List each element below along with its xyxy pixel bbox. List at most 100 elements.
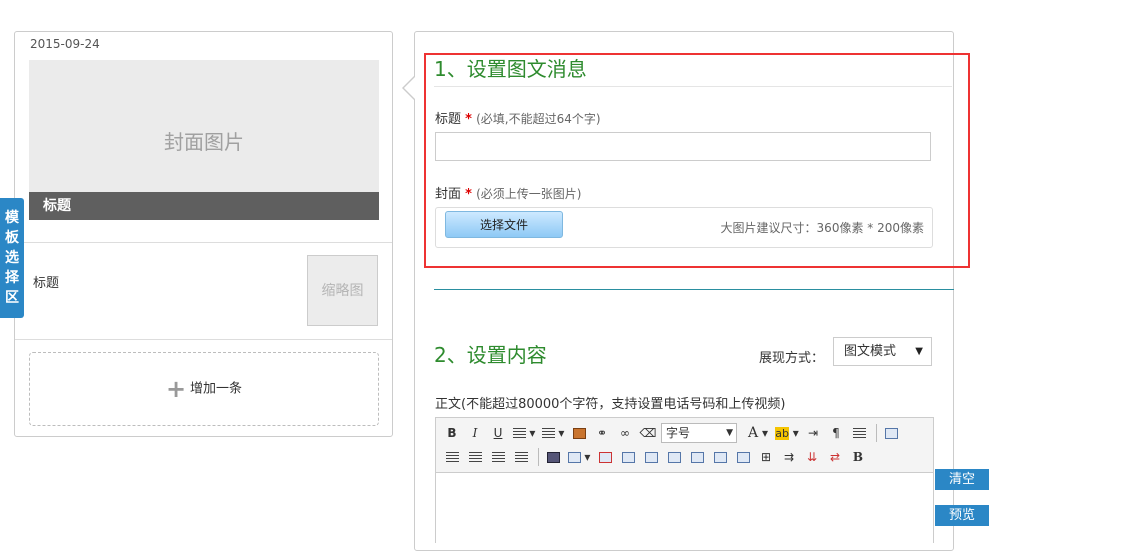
title-input[interactable]: [435, 132, 931, 161]
align-right-button[interactable]: [488, 447, 508, 467]
row-above-icon: [621, 451, 635, 463]
title-field-label: 标题 * (必填,不能超过64个字): [435, 108, 601, 127]
panel-pointer-inner: [404, 77, 415, 99]
bullet-list-button[interactable]: ▾: [511, 423, 537, 443]
delete-table-icon: [598, 451, 612, 463]
underline-button[interactable]: U: [488, 423, 508, 443]
paragraph-icon: ¶: [832, 426, 840, 440]
delete-row-button[interactable]: [664, 447, 684, 467]
plus-icon: +: [165, 375, 187, 403]
format-icon: [852, 427, 866, 439]
choose-file-button[interactable]: 选择文件: [445, 211, 563, 238]
template-tab-char: 区: [5, 290, 19, 306]
preview-button[interactable]: 预览: [935, 505, 989, 526]
insert-video-button[interactable]: [543, 447, 563, 467]
unlink-icon: ∞: [620, 426, 630, 440]
align-right-icon: [491, 451, 505, 463]
merge-right-icon: ⇉: [783, 450, 795, 464]
preview-date: 2015-09-24: [30, 37, 100, 51]
highlight-button[interactable]: ab ▾: [774, 423, 800, 443]
clear-button[interactable]: 清空: [935, 469, 989, 490]
caret-down-icon: ▼: [915, 346, 923, 357]
eraser-button[interactable]: ⌫: [638, 423, 658, 443]
template-tab-char: 模: [5, 210, 19, 226]
numbered-list-icon: [541, 427, 555, 439]
delete-table-button[interactable]: [595, 447, 615, 467]
rich-text-toolbar: B I U ▾ ▾ ⚭ ∞ ⌫ 字号 ▼ A ▾ ab ▾ ⇥ ¶ ▾ ⊞ ⇉ …: [435, 417, 934, 473]
body-label: 正文(不能超过80000个字符，支持设置电话号码和上传视频): [435, 397, 786, 412]
unlink-button[interactable]: ∞: [615, 423, 635, 443]
justify-icon: [514, 451, 528, 463]
second-item-title[interactable]: 标题: [33, 272, 59, 291]
cover-label-text: 封面: [435, 187, 462, 202]
preview-divider: [15, 339, 392, 340]
align-center-icon: [468, 451, 482, 463]
font-size-select[interactable]: 字号 ▼: [661, 423, 737, 443]
toolbar-row-2: ▾ ⊞ ⇉ ⇊ ⇄ B: [442, 446, 871, 468]
insert-b-button[interactable]: B: [848, 447, 868, 467]
cover-title: 标题: [29, 192, 379, 220]
format-button[interactable]: [849, 423, 869, 443]
display-mode-select[interactable]: 图文模式 ▼: [833, 337, 932, 366]
insert-col-right-button[interactable]: [710, 447, 730, 467]
split-cells-button[interactable]: ⇄: [825, 447, 845, 467]
cover-placeholder-text: 封面图片: [164, 130, 244, 154]
justify-button[interactable]: [511, 447, 531, 467]
insert-image-button[interactable]: [569, 423, 589, 443]
delete-row-icon: [667, 451, 681, 463]
font-color-icon: A: [748, 425, 759, 441]
title-label-text: 标题: [435, 112, 462, 127]
underline-icon: U: [493, 426, 503, 440]
numbered-list-button[interactable]: ▾: [540, 423, 566, 443]
bold-button[interactable]: B: [442, 423, 462, 443]
insert-row-below-button[interactable]: [641, 447, 661, 467]
align-left-icon: [445, 451, 459, 463]
display-mode-label: 展现方式：: [759, 351, 825, 366]
font-color-button[interactable]: A ▾: [745, 423, 771, 443]
b-icon: B: [852, 450, 864, 464]
insert-row-above-button[interactable]: [618, 447, 638, 467]
highlight-icon: ab: [775, 426, 789, 440]
col-left-icon: [690, 451, 704, 463]
template-tab-char: 板: [5, 230, 19, 246]
body-editor-area[interactable]: [435, 473, 934, 543]
ltr-button[interactable]: ⇥: [803, 423, 823, 443]
ltr-icon: ⇥: [807, 426, 819, 440]
align-center-button[interactable]: [465, 447, 485, 467]
display-mode-value: 图文模式: [844, 344, 897, 359]
monitor-icon: [884, 427, 898, 439]
section1-title: 1、设置图文消息: [434, 57, 587, 81]
cover-upload-box: 选择文件 大图片建议尺寸：360像素 * 200像素: [435, 207, 933, 248]
insert-col-left-button[interactable]: [687, 447, 707, 467]
add-item-button[interactable]: + 增加一条: [29, 352, 379, 426]
delete-col-icon: [736, 451, 750, 463]
merge-right-button[interactable]: ⇉: [779, 447, 799, 467]
required-mark: *: [465, 112, 472, 127]
thumbnail-placeholder[interactable]: 缩略图: [307, 255, 378, 326]
row-below-icon: [644, 451, 658, 463]
section2-title: 2、设置内容: [434, 343, 547, 367]
template-tab-char: 择: [5, 270, 19, 286]
cover-image-placeholder[interactable]: 封面图片 标题: [29, 60, 379, 220]
bold-icon: B: [447, 426, 457, 440]
toolbar-row-1: B I U ▾ ▾ ⚭ ∞ ⌫ 字号 ▼ A ▾ ab ▾ ⇥ ¶: [442, 422, 904, 444]
delete-col-button[interactable]: [733, 447, 753, 467]
image-icon: [572, 427, 586, 439]
template-tab-char: 选: [5, 250, 19, 266]
col-right-icon: [713, 451, 727, 463]
toolbar-separator: [538, 448, 539, 466]
insert-link-button[interactable]: ⚭: [592, 423, 612, 443]
align-left-button[interactable]: [442, 447, 462, 467]
merge-cells-button[interactable]: ⊞: [756, 447, 776, 467]
message-preview-panel: 2015-09-24 封面图片 标题 标题 缩略图 + 增加一条: [14, 31, 393, 437]
merge-down-button[interactable]: ⇊: [802, 447, 822, 467]
italic-button[interactable]: I: [465, 423, 485, 443]
preview-divider: [15, 242, 392, 243]
insert-table-button[interactable]: ▾: [566, 447, 592, 467]
section-divider: [434, 289, 954, 290]
caret-down-icon: ▼: [726, 428, 733, 438]
rtl-button[interactable]: ¶: [826, 423, 846, 443]
film-icon: [546, 451, 560, 463]
template-select-tab[interactable]: 模 板 选 择 区: [0, 198, 24, 318]
fullscreen-button[interactable]: [881, 423, 901, 443]
